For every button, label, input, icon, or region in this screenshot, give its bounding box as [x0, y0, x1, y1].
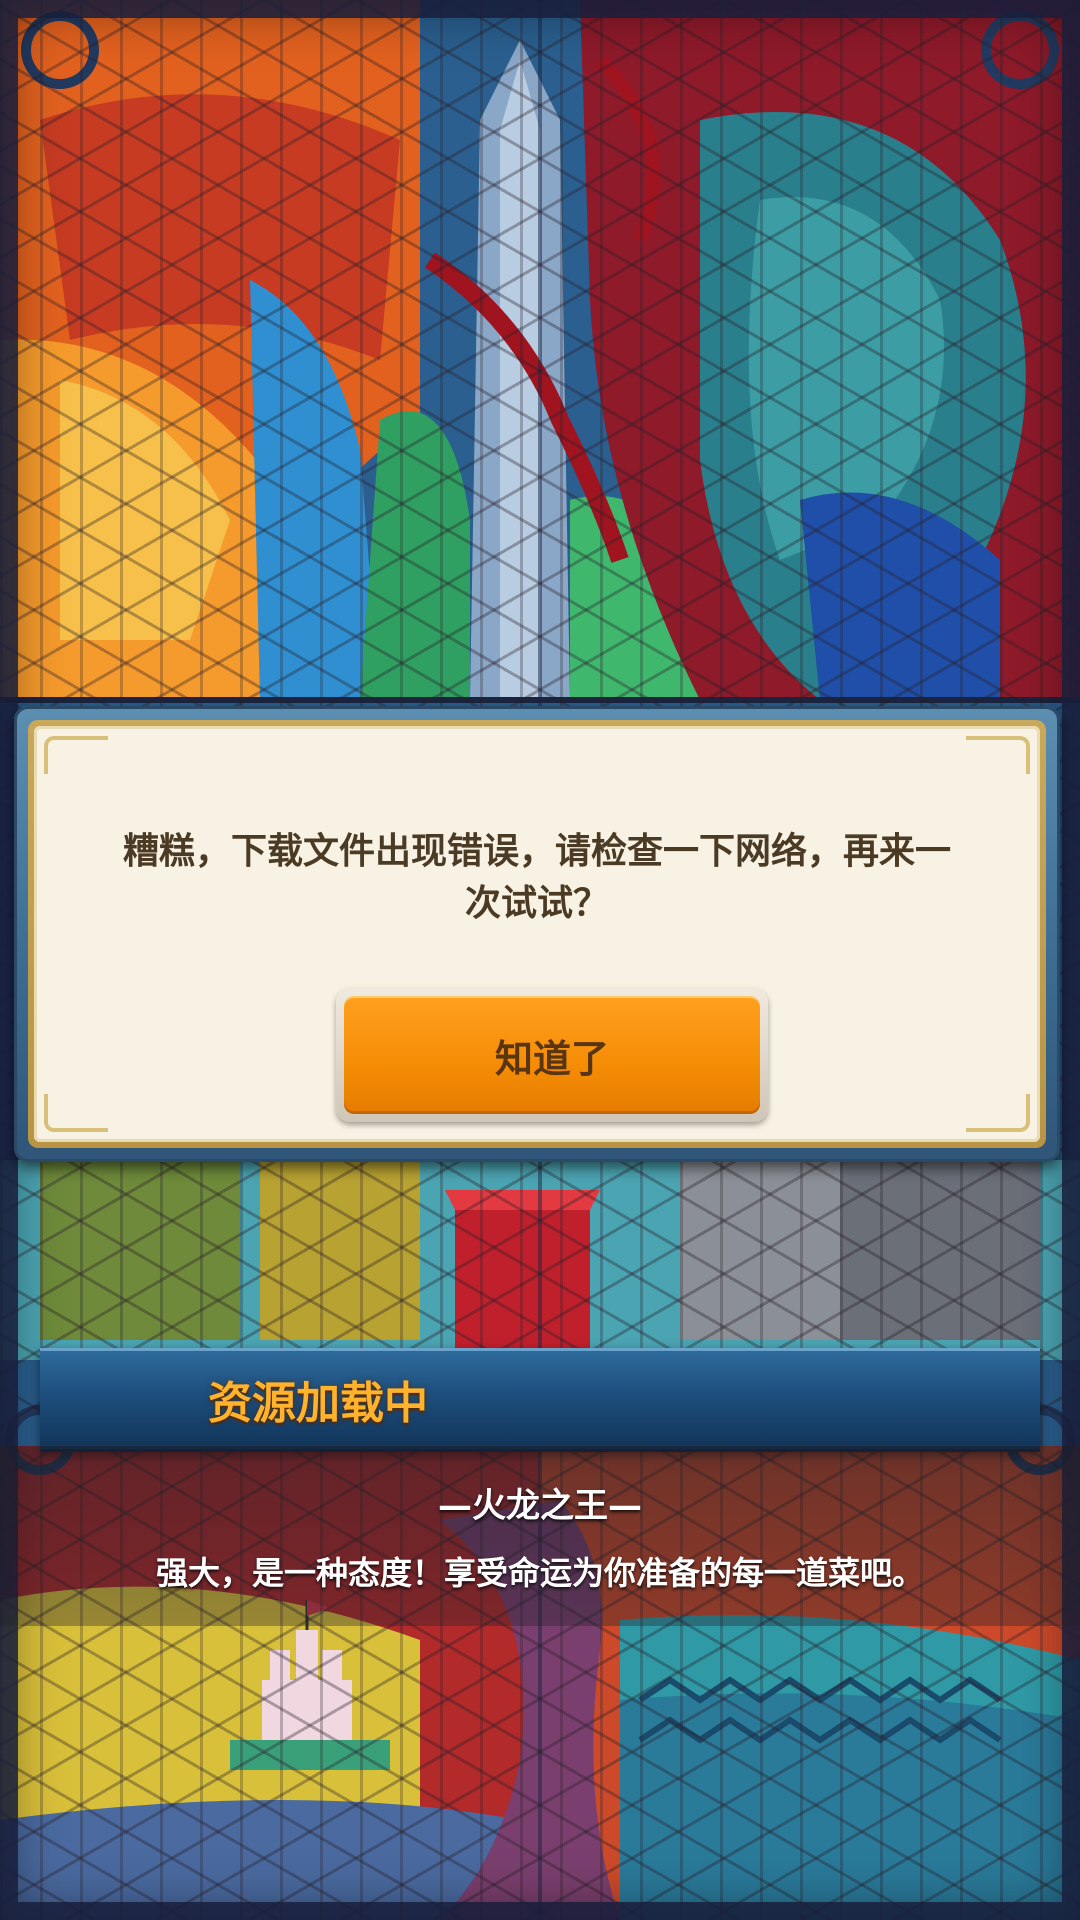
ok-button-label: 知道了 [494, 1036, 609, 1081]
corner-ornament [966, 736, 1030, 774]
quote-author: —火龙之王— [438, 1486, 642, 1526]
quote-panel: —火龙之王— 强大，是一种态度！享受命运为你准备的每一道菜吧。 [0, 1446, 1080, 1626]
loading-label: 资源加载中 [208, 1378, 428, 1429]
ok-button[interactable]: 知道了 [336, 988, 768, 1122]
dialog-message: 糟糕，下载文件出现错误，请检查一下网络，再来一次试试？ [122, 831, 951, 924]
corner-ornament [966, 1094, 1030, 1132]
quote-text: 强大，是一种态度！享受命运为你准备的每一道菜吧。 [155, 1554, 924, 1592]
dialog-gold-border: 糟糕，下载文件出现错误，请检查一下网络，再来一次试试？ 知道了 [28, 720, 1046, 1148]
loading-banner: 资源加载中 [40, 1348, 1040, 1452]
corner-ornament [44, 1094, 108, 1132]
game-loading-screen: 糟糕，下载文件出现错误，请检查一下网络，再来一次试试？ 知道了 资源加载中 —火… [0, 0, 1080, 1920]
corner-ornament [44, 736, 108, 774]
dialog-body: 糟糕，下载文件出现错误，请检查一下网络，再来一次试试？ 知道了 [34, 726, 1040, 1142]
sword-icon [470, 40, 570, 700]
ok-button-face[interactable]: 知道了 [344, 996, 760, 1114]
error-dialog: 糟糕，下载文件出现错误，请检查一下网络，再来一次试试？ 知道了 [14, 706, 1060, 1162]
